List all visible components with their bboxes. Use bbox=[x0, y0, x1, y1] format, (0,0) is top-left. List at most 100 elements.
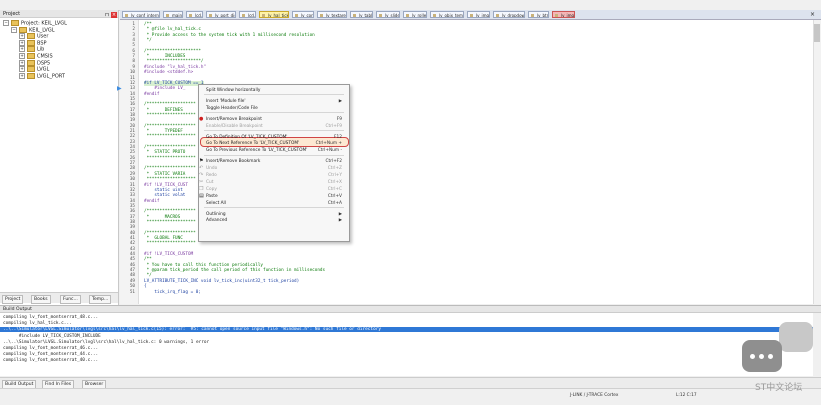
tree-item[interactable]: − KEIL_LVGL bbox=[11, 26, 55, 34]
project-tab[interactable]: Books bbox=[31, 295, 51, 304]
line-number: 23 bbox=[129, 139, 135, 145]
build-output-line: compiling lv_font_montserrat_44.c... bbox=[3, 352, 99, 358]
code-line: /******************* bbox=[144, 166, 196, 172]
code-line: #endif bbox=[144, 91, 160, 97]
file-tab[interactable]: lcd.h bbox=[239, 11, 256, 18]
tree-item-label: LVGL_PORT bbox=[37, 73, 65, 80]
tree-item[interactable]: + LVGL_PORT bbox=[19, 72, 65, 80]
folder-icon bbox=[19, 26, 27, 33]
file-tab[interactable]: lv_slider.h bbox=[376, 11, 400, 18]
code-line: /********************* bbox=[144, 48, 201, 54]
file-tab[interactable]: lv_btn.c bbox=[528, 11, 549, 18]
file-tab-bar: lv_conf_internal.hmain.clcd.clv_port_dis… bbox=[120, 10, 821, 20]
line-number: 3 bbox=[132, 32, 135, 38]
code-line: { bbox=[144, 284, 147, 290]
build-error-line[interactable]: ..\..\Simulator\LVGL.Simulator\lvgl\src\… bbox=[0, 327, 813, 333]
menu-item-label: Advanced bbox=[206, 218, 228, 224]
menu-item[interactable]: Advanced ▶ bbox=[198, 216, 348, 225]
tree-item[interactable]: + Lib bbox=[19, 46, 44, 53]
file-tab[interactable]: lv_hal_tick.c bbox=[259, 11, 289, 18]
tree-item[interactable]: + BSP bbox=[19, 39, 47, 47]
expand-toggle-icon[interactable]: + bbox=[19, 46, 25, 53]
status-bar: J-LINK / J-TRACE Cortex L:12 C:17 bbox=[0, 388, 821, 405]
file-tab[interactable]: lv_conf.h bbox=[292, 11, 314, 18]
expand-toggle-icon[interactable]: + bbox=[19, 33, 25, 40]
expand-toggle-icon[interactable]: + bbox=[19, 39, 25, 46]
line-number: 48 bbox=[129, 273, 135, 279]
code-line: * @param tick_period the call period of … bbox=[144, 268, 326, 274]
project-tab[interactable]: Temp... bbox=[89, 295, 112, 304]
file-tab[interactable]: lv_img.h bbox=[467, 11, 490, 18]
tree-item-label: LVGL bbox=[37, 66, 50, 73]
line-number: 10 bbox=[129, 70, 135, 76]
code-line: #if !LV_TICK_CUST bbox=[144, 182, 188, 188]
file-tab[interactable]: lv_objx_templ.c bbox=[430, 11, 464, 18]
folder-icon bbox=[27, 72, 35, 79]
code-line: ******************* bbox=[144, 134, 196, 140]
build-output-title: Build Output bbox=[0, 305, 821, 313]
tree-item[interactable]: + DSP5 bbox=[19, 59, 50, 66]
file-tab[interactable]: lv_table.h bbox=[350, 11, 373, 18]
line-number: 5 bbox=[132, 43, 135, 49]
tree-item[interactable]: + LVGL bbox=[19, 66, 49, 73]
close-icon[interactable]: × bbox=[111, 12, 117, 18]
code-line: tick_irq_flag = 0; bbox=[144, 289, 201, 295]
expand-toggle-icon[interactable]: + bbox=[19, 59, 25, 66]
code-line: */ bbox=[144, 38, 152, 44]
build-output-line: compiling lv_font_montserrat_40.c... bbox=[3, 358, 99, 364]
build-output-tabs: Build Output Find In Files Browser bbox=[0, 377, 821, 389]
line-number: 34 bbox=[129, 198, 135, 204]
code-line: * DEFINES bbox=[144, 107, 183, 113]
project-tab[interactable]: Func... bbox=[60, 295, 81, 304]
project-tab[interactable]: Project bbox=[2, 295, 24, 304]
expand-toggle-icon[interactable]: − bbox=[11, 26, 17, 33]
tree-item[interactable]: − Project: KEIL_LVGL bbox=[3, 20, 67, 27]
menu-separator bbox=[204, 154, 344, 156]
line-number: 30 bbox=[129, 177, 135, 183]
file-tab[interactable]: lcd.c bbox=[186, 11, 203, 18]
editor-scrollbar-thumb[interactable] bbox=[814, 24, 820, 42]
file-tab[interactable]: lv_dropdown.h bbox=[493, 11, 525, 18]
tree-item-label: BSP bbox=[37, 40, 47, 47]
code-line: /******************* bbox=[144, 123, 196, 129]
file-tab[interactable]: lv_port_disp.c bbox=[206, 11, 236, 18]
line-number: 28 bbox=[129, 166, 135, 172]
line-number: 43 bbox=[129, 246, 135, 252]
tab-close-icon[interactable]: × bbox=[810, 11, 815, 18]
menu-separator bbox=[204, 112, 344, 114]
pin-icon[interactable]: ⊓ bbox=[104, 12, 110, 18]
expand-toggle-icon[interactable]: + bbox=[19, 72, 25, 79]
line-number: 50 bbox=[129, 284, 135, 290]
code-line: /******************* bbox=[144, 230, 196, 236]
file-tab[interactable]: lv_roller.h bbox=[403, 11, 427, 18]
build-output-line: #include LV_TICK_CUSTOM_INCLUDE bbox=[3, 333, 101, 339]
status-debugger: J-LINK / J-TRACE Cortex bbox=[570, 393, 619, 398]
code-line: * MACROS bbox=[144, 214, 181, 220]
tree-item[interactable]: + CMSIS bbox=[19, 53, 53, 60]
watermark-text: ST中文论坛 bbox=[755, 383, 803, 393]
file-tab[interactable]: lv_conf_internal.h bbox=[122, 11, 160, 18]
code-line: * STATIC PROTO bbox=[144, 150, 186, 156]
line-number: 19 bbox=[129, 118, 135, 124]
line-number: 8 bbox=[132, 59, 135, 65]
tree-item-label: Lib bbox=[37, 46, 45, 53]
folder-icon bbox=[27, 39, 35, 46]
folder-icon bbox=[27, 66, 35, 73]
file-tab[interactable]: lv_textarea.h bbox=[317, 11, 347, 18]
tree-item-label: KEIL_LVGL bbox=[29, 27, 55, 34]
code-line: *********************/ bbox=[144, 59, 204, 65]
expand-toggle-icon[interactable]: + bbox=[19, 66, 25, 73]
code-line: LV_ATTRIBUTE_TICK_INC void lv_tick_inc(u… bbox=[144, 278, 300, 284]
tree-item-label: User bbox=[37, 33, 49, 40]
expand-toggle-icon[interactable]: − bbox=[3, 20, 9, 26]
expand-toggle-icon[interactable]: + bbox=[19, 53, 25, 59]
tree-item-label: Project: KEIL_LVGL bbox=[21, 20, 67, 27]
editor-scrollbar[interactable] bbox=[813, 20, 821, 304]
code-line: ******************* bbox=[144, 241, 196, 247]
code-line: ******************* bbox=[144, 112, 196, 118]
line-number: 2 bbox=[132, 27, 135, 33]
line-number: 33 bbox=[129, 193, 135, 199]
file-tab[interactable]: main.c bbox=[163, 11, 183, 18]
file-tab[interactable]: lv_img.h bbox=[552, 11, 575, 18]
tree-item[interactable]: + User bbox=[19, 33, 48, 40]
